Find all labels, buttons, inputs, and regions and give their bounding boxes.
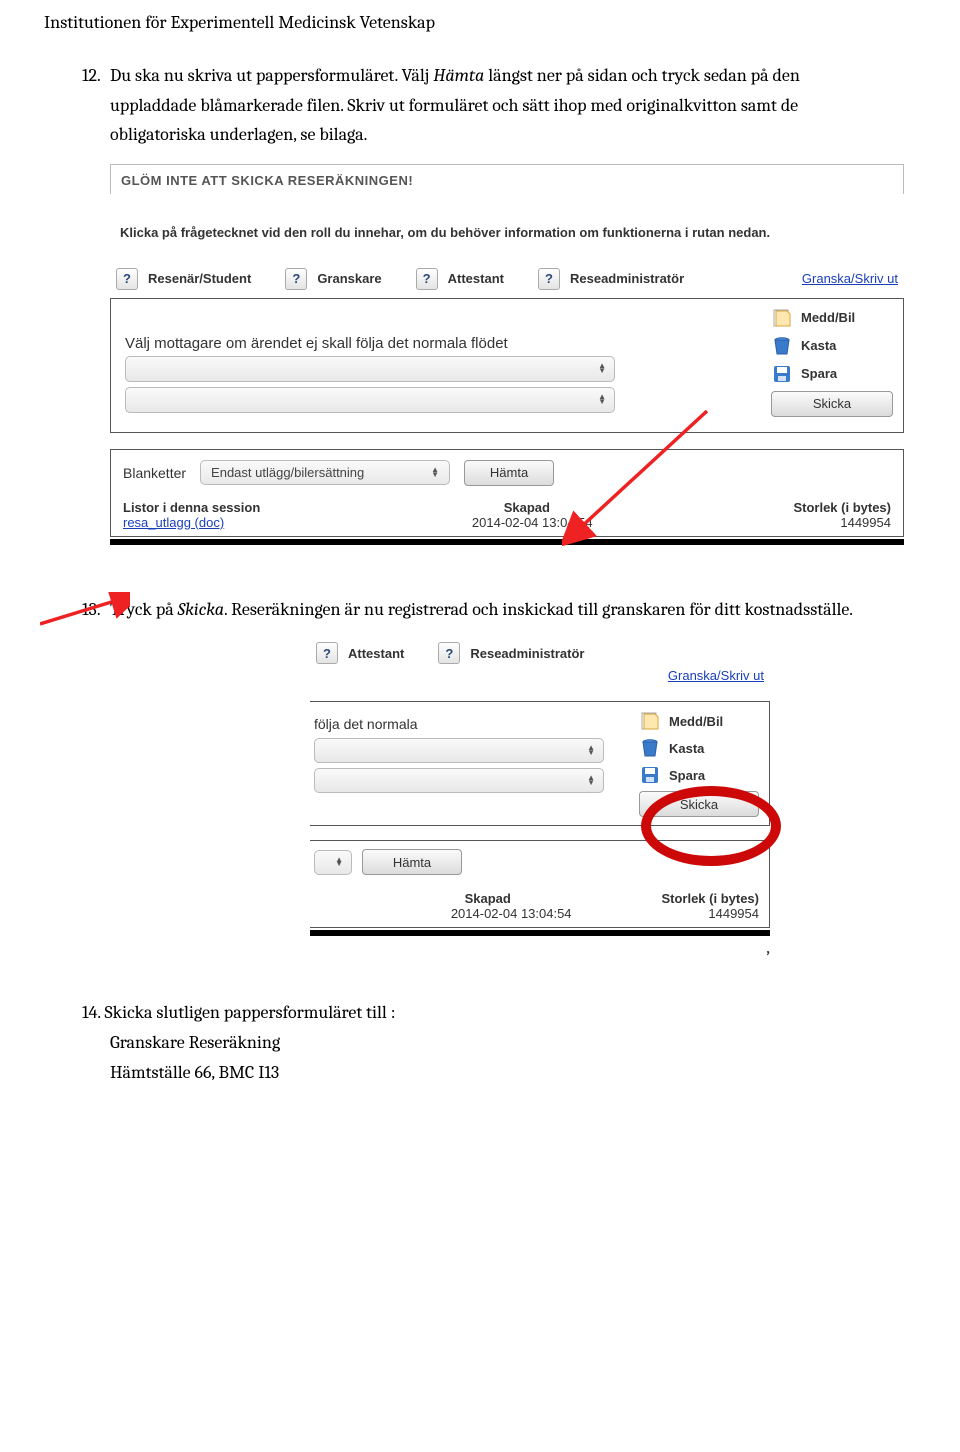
help-button-4[interactable]: ? xyxy=(538,268,560,290)
step-13-body: Tryck på Skicka. Reseräkningen är nu reg… xyxy=(110,595,860,625)
save-icon xyxy=(639,764,661,786)
note-icon xyxy=(639,710,661,732)
screenshot-2: ? Attestant ? Reseadministratör Granska/… xyxy=(310,638,770,958)
ss2-recipient-panel: följa det normala ▲▼ ▲▼ Medd/Bil Kasta S… xyxy=(310,701,770,826)
ss2-blanketter-panel: ▲▼ Hämta Skapad Storlek (i bytes) 2014-0… xyxy=(310,840,770,928)
ss2-roles-row: ? Attestant ? Reseadministratör xyxy=(310,638,770,668)
blanketter-label: Blanketter xyxy=(123,465,186,481)
ss2-granska-link[interactable]: Granska/Skriv ut xyxy=(668,668,764,683)
step-14-num: 14. xyxy=(82,1002,101,1023)
recipient-panel: Välj mottagare om ärendet ej skall följa… xyxy=(110,298,904,433)
session-file-link[interactable]: resa_utlagg (doc) xyxy=(123,515,224,530)
ss2-help-1[interactable]: ? xyxy=(316,642,338,664)
step-12-t1: Du ska nu skriva ut pappersformuläret. V… xyxy=(110,65,433,86)
ss2-role-attestant: Attestant xyxy=(348,646,404,661)
step-14: 14. Skicka slutligen pappersformuläret t… xyxy=(82,998,920,1028)
recipient-select-1[interactable]: ▲▼ xyxy=(125,356,615,382)
blanketter-select[interactable]: Endast utlägg/bilersättning ▲▼ xyxy=(200,460,450,485)
ss2-bytes: 1449954 xyxy=(708,906,759,921)
roles-row: ? Resenär/Student ? Granskare ? Attestan… xyxy=(110,268,904,290)
ss2-date: 2014-02-04 13:04:54 xyxy=(451,906,572,921)
ss2-medd-label: Medd/Bil xyxy=(669,714,723,729)
ss2-role-reseadmin: Reseadministratör xyxy=(470,646,584,661)
action-spara-label: Spara xyxy=(801,366,837,381)
blanketter-value: Endast utlägg/bilersättning xyxy=(211,465,364,480)
step-13-t1: Tryck på xyxy=(110,599,178,620)
role-granskare: Granskare xyxy=(317,271,381,286)
granska-skriv-ut-link[interactable]: Granska/Skriv ut xyxy=(802,271,898,286)
help-button-3[interactable]: ? xyxy=(416,268,438,290)
session-date: 2014-02-04 13:04:54 xyxy=(472,515,593,530)
col-storlek: Storlek (i bytes) xyxy=(793,500,891,515)
step-12-num: 12. xyxy=(82,61,110,150)
ss2-action-kasta[interactable]: Kasta xyxy=(639,737,759,759)
ss2-action-medd[interactable]: Medd/Bil xyxy=(639,710,759,732)
hamta-button[interactable]: Hämta xyxy=(464,460,554,486)
col-listor: Listor i denna session xyxy=(123,500,260,515)
reminder-banner: GLÖM INTE ATT SKICKA RESERÄKNINGEN! xyxy=(110,164,904,194)
help-button-1[interactable]: ? xyxy=(116,268,138,290)
session-bytes: 1449954 xyxy=(840,515,891,530)
help-button-2[interactable]: ? xyxy=(285,268,307,290)
note-icon xyxy=(771,307,793,329)
step-13-num: 13. xyxy=(82,595,110,625)
step-14-text: Skicka slutligen pappersformuläret till … xyxy=(105,1002,396,1023)
page-header: Institutionen för Experimentell Medicins… xyxy=(44,12,920,33)
ss2-action-spara[interactable]: Spara xyxy=(639,764,759,786)
ss2-select-1[interactable]: ▲▼ xyxy=(314,738,604,763)
info-text: Klicka på frågetecknet vid den roll du i… xyxy=(110,194,904,250)
col-skapad: Skapad xyxy=(504,500,550,515)
ss2-col-skapad: Skapad xyxy=(465,891,511,906)
trash-icon xyxy=(771,335,793,357)
trailing-comma: , xyxy=(766,936,770,958)
screenshot-1: GLÖM INTE ATT SKICKA RESERÄKNINGEN! Klic… xyxy=(110,164,904,549)
step-14-l1: Granskare Reseräkning xyxy=(110,1028,920,1058)
ss2-recipient-label: följa det normala xyxy=(314,716,619,732)
skicka-button[interactable]: Skicka xyxy=(771,391,893,417)
step-12: 12. Du ska nu skriva ut pappersformuläre… xyxy=(82,61,860,150)
role-attestant: Attestant xyxy=(448,271,504,286)
recipient-label: Välj mottagare om ärendet ej skall följa… xyxy=(125,335,747,352)
ss2-hamta-button[interactable]: Hämta xyxy=(362,849,462,875)
step-14-l2: Hämtställe 66, BMC I13 xyxy=(110,1058,920,1088)
action-kasta[interactable]: Kasta xyxy=(771,335,893,357)
ss2-blank-select-stub[interactable]: ▲▼ xyxy=(314,850,352,875)
step-13-skicka: Skicka xyxy=(178,599,224,620)
ss2-kasta-label: Kasta xyxy=(669,741,704,756)
ss2-select-2[interactable]: ▲▼ xyxy=(314,768,604,793)
step-12-body: Du ska nu skriva ut pappersformuläret. V… xyxy=(110,61,860,150)
ss2-skicka-button[interactable]: Skicka xyxy=(639,791,759,817)
divider-bar xyxy=(110,539,904,545)
recipient-select-2[interactable]: ▲▼ xyxy=(125,387,615,413)
ss2-col-storlek: Storlek (i bytes) xyxy=(661,891,759,906)
step-12-hamta: Hämta xyxy=(433,65,484,86)
role-reseadmin: Reseadministratör xyxy=(570,271,684,286)
step-13-t2: . Reseräkningen är nu registrerad och in… xyxy=(224,599,853,620)
step-13: 13. Tryck på Skicka. Reseräkningen är nu… xyxy=(82,595,860,625)
ss2-help-2[interactable]: ? xyxy=(438,642,460,664)
action-medd-label: Medd/Bil xyxy=(801,310,855,325)
action-medd[interactable]: Medd/Bil xyxy=(771,307,893,329)
save-icon xyxy=(771,363,793,385)
action-kasta-label: Kasta xyxy=(801,338,836,353)
role-resenar: Resenär/Student xyxy=(148,271,251,286)
action-spara[interactable]: Spara xyxy=(771,363,893,385)
trash-icon xyxy=(639,737,661,759)
blanketter-panel: Blanketter Endast utlägg/bilersättning ▲… xyxy=(110,449,904,537)
ss2-spara-label: Spara xyxy=(669,768,705,783)
